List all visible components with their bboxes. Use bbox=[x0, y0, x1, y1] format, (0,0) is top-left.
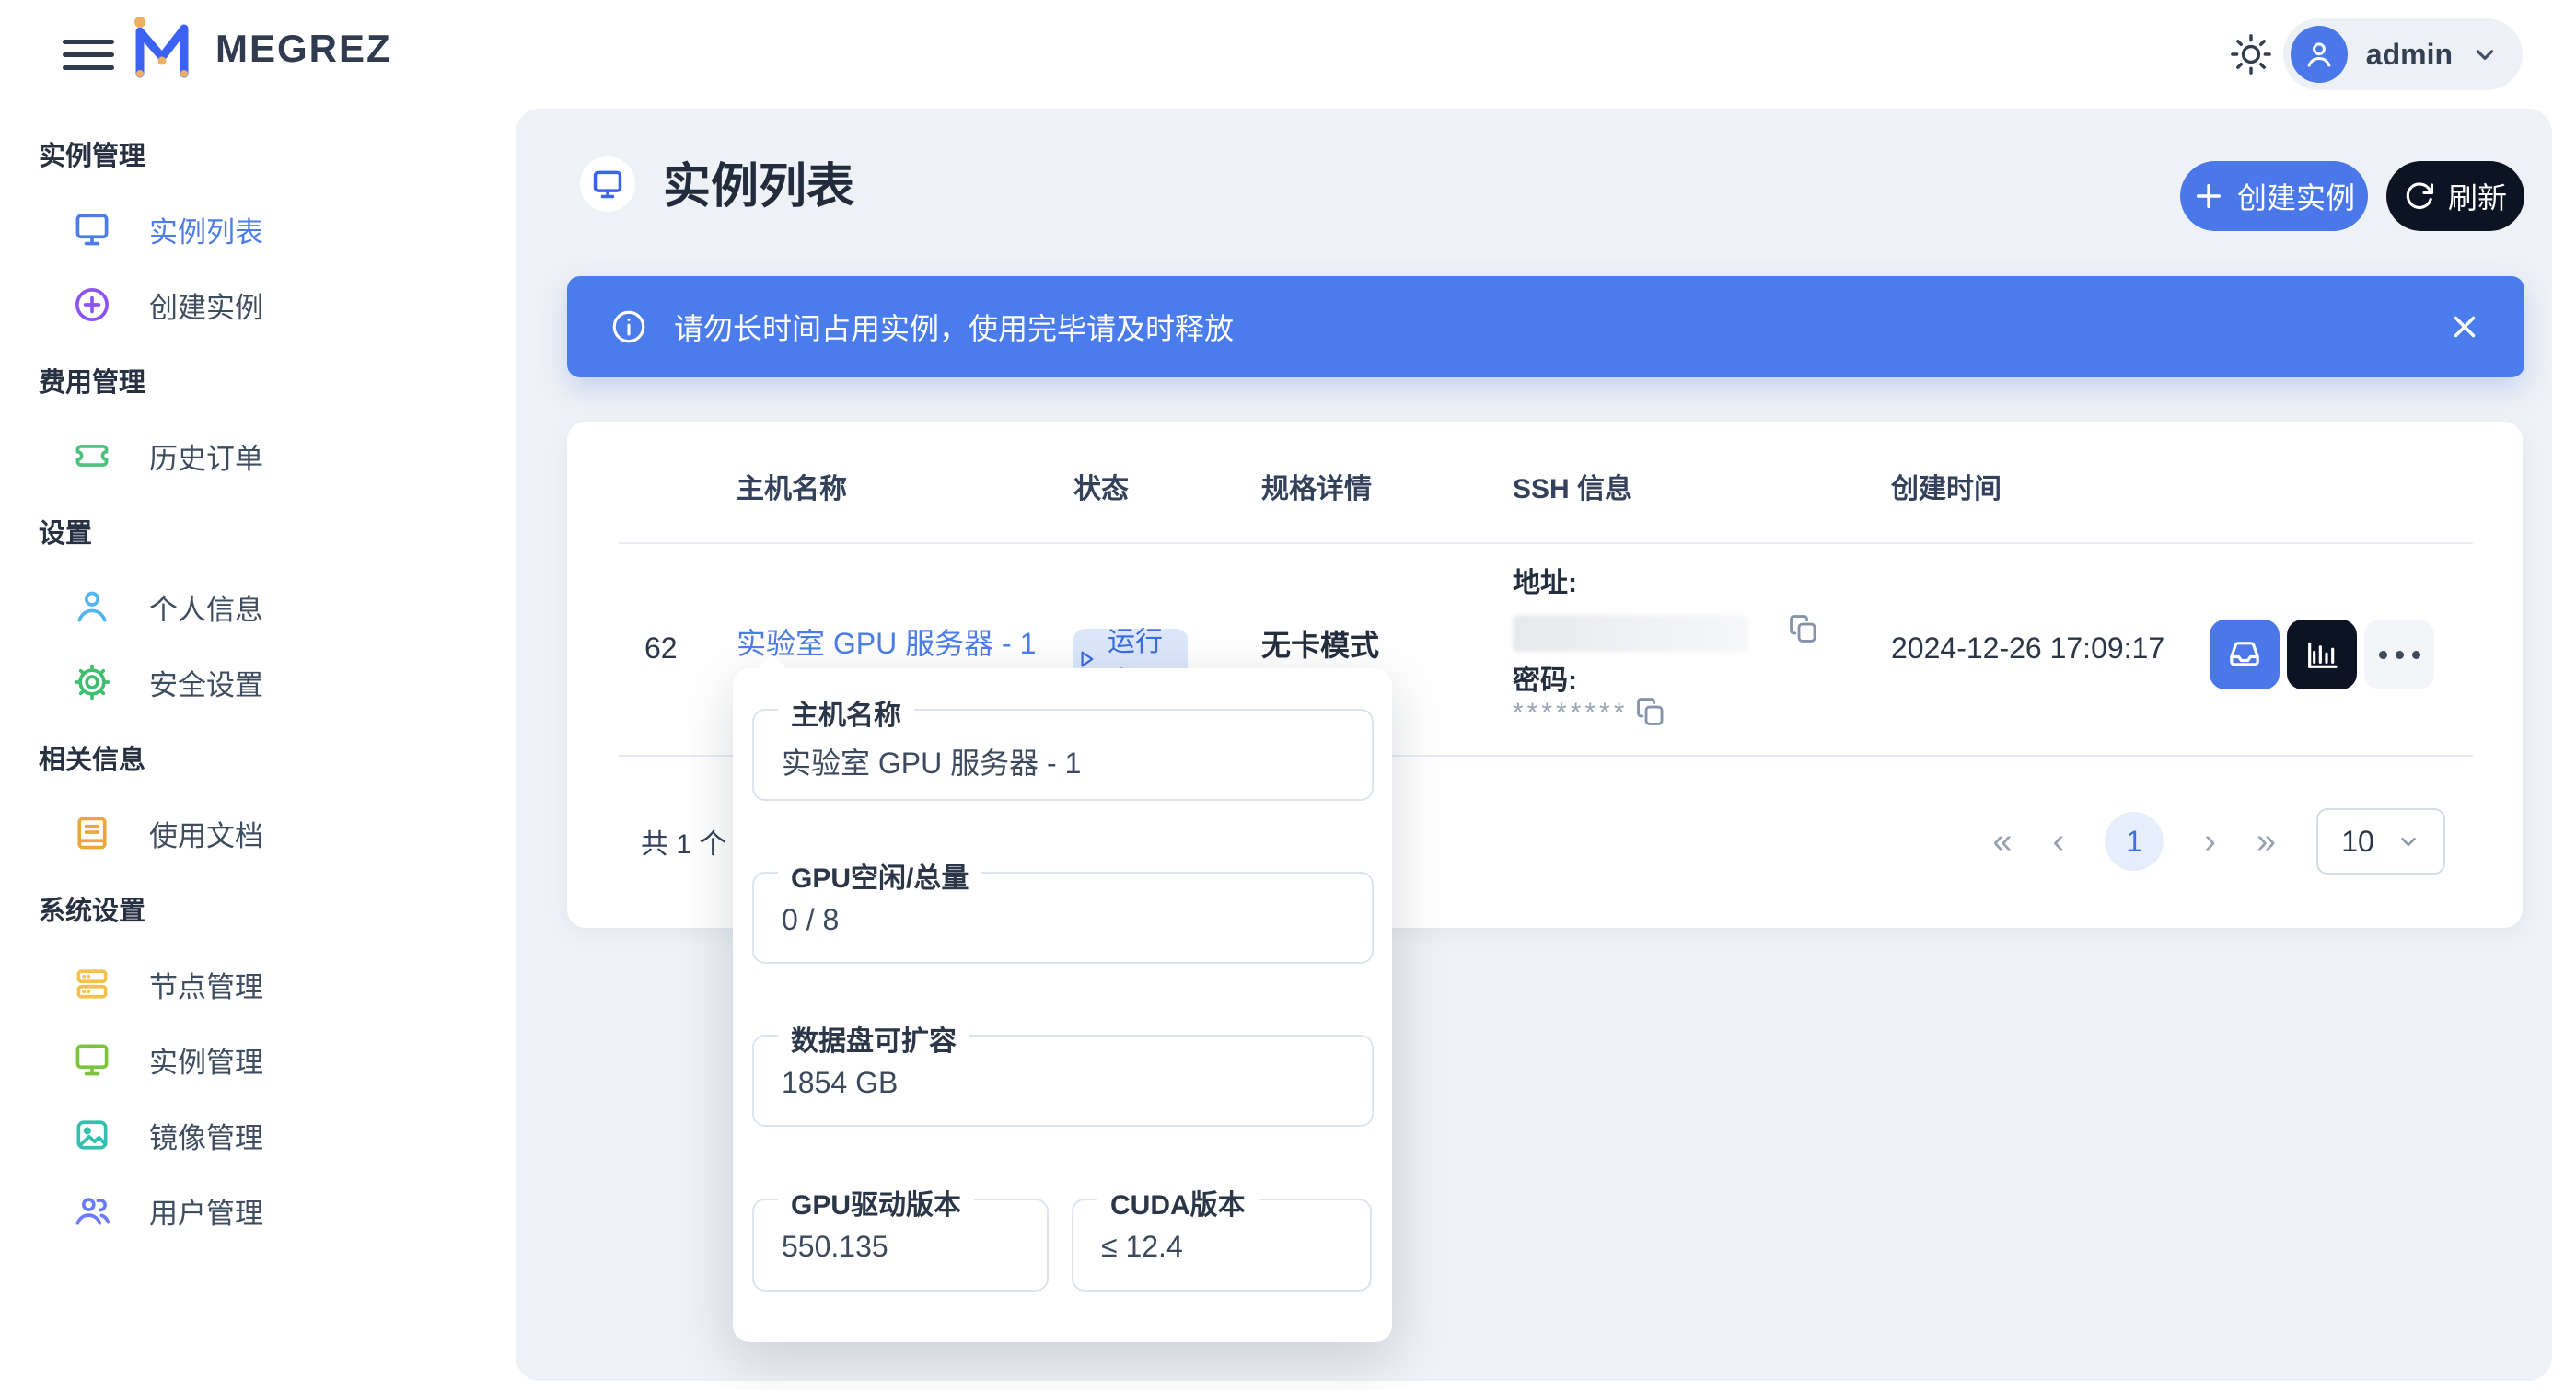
ssh-address-redacted bbox=[1513, 615, 1748, 652]
col-ssh: SSH 信息 bbox=[1513, 466, 1632, 506]
theme-toggle-button[interactable] bbox=[2230, 33, 2272, 75]
person-icon bbox=[72, 586, 112, 627]
monitor-icon bbox=[590, 167, 625, 202]
sidebar-item-create-instance[interactable]: 创建实例 bbox=[0, 267, 516, 342]
pagination: « ‹ 1 › » 10 bbox=[1992, 755, 2445, 928]
user-menu[interactable]: admin bbox=[2283, 18, 2523, 90]
monitor-stats-button[interactable] bbox=[2287, 620, 2357, 689]
brand-logo: MEGREZ bbox=[127, 15, 392, 83]
sidebar-section-settings: 设置 bbox=[0, 493, 516, 569]
chevron-down-icon bbox=[2396, 829, 2420, 853]
sidebar-section-billing: 费用管理 bbox=[0, 342, 516, 418]
users-icon bbox=[72, 1190, 112, 1231]
sidebar-item-security[interactable]: 安全设置 bbox=[0, 644, 516, 720]
create-instance-button[interactable]: 创建实例 bbox=[2180, 161, 2368, 231]
monitor-icon bbox=[72, 209, 112, 249]
prev-page-button[interactable]: ‹ bbox=[2053, 824, 2065, 859]
bar-chart-icon bbox=[2303, 636, 2340, 673]
menu-toggle-button[interactable] bbox=[63, 33, 114, 75]
gear-icon bbox=[72, 662, 112, 702]
field-gpu-free-total: GPU空闲/总量 0 / 8 bbox=[752, 872, 1374, 964]
ellipsis-icon bbox=[2379, 651, 2420, 659]
page-size-select[interactable]: 10 bbox=[2316, 808, 2445, 875]
refresh-icon bbox=[2404, 180, 2435, 212]
sidebar-item-instance-list[interactable]: 实例列表 bbox=[0, 191, 516, 267]
plus-circle-icon bbox=[72, 284, 112, 325]
field-cuda-version: CUDA版本 ≤ 12.4 bbox=[1072, 1199, 1372, 1292]
user-name: admin bbox=[2366, 38, 2453, 72]
sidebar-item-user-mgmt[interactable]: 用户管理 bbox=[0, 1173, 516, 1248]
divider bbox=[619, 542, 2473, 544]
sun-icon bbox=[2230, 33, 2272, 75]
last-page-button[interactable]: » bbox=[2257, 824, 2276, 859]
ssh-address-label: 地址: bbox=[1513, 560, 1577, 600]
current-page-button[interactable]: 1 bbox=[2105, 812, 2164, 871]
sidebar: 实例管理 实例列表 创建实例 费用管理 历史订单 设置 bbox=[0, 109, 516, 1390]
more-actions-button[interactable] bbox=[2364, 620, 2434, 689]
sidebar-section-system: 系统设置 bbox=[0, 871, 516, 946]
sidebar-item-docs[interactable]: 使用文档 bbox=[0, 795, 516, 871]
banner-text: 请勿长时间占用实例，使用完毕请及时释放 bbox=[674, 306, 1234, 348]
spec-mode: 无卡模式 bbox=[1261, 622, 1379, 665]
notice-banner: 请勿长时间占用实例，使用完毕请及时释放 bbox=[567, 276, 2524, 377]
info-icon bbox=[609, 307, 648, 346]
logo-m-icon bbox=[127, 15, 195, 83]
monitor-icon bbox=[72, 1039, 112, 1080]
copy-icon[interactable] bbox=[1788, 613, 1819, 644]
col-spec: 规格详情 bbox=[1261, 466, 1372, 506]
host-details-popover: 主机名称 实验室 GPU 服务器 - 1 GPU空闲/总量 0 / 8 数据盘可… bbox=[733, 668, 1392, 1342]
inbox-icon bbox=[2226, 636, 2263, 673]
page-title: 实例列表 bbox=[663, 147, 854, 216]
total-count: 共 1 个 bbox=[641, 821, 726, 862]
field-data-disk-expandable: 数据盘可扩容 1854 GB bbox=[752, 1035, 1374, 1127]
plus-icon bbox=[2193, 180, 2224, 212]
ssh-password-masked: ******** bbox=[1513, 698, 1628, 729]
col-host-name: 主机名称 bbox=[737, 466, 847, 506]
server-icon bbox=[72, 964, 112, 1004]
sidebar-item-instance-mgmt[interactable]: 实例管理 bbox=[0, 1022, 516, 1097]
first-page-button[interactable]: « bbox=[1992, 824, 2012, 859]
instance-id: 62 bbox=[644, 631, 678, 666]
created-at: 2024-12-26 17:09:17 bbox=[1891, 631, 2164, 666]
table-header: 主机名称 状态 规格详情 SSH 信息 创建时间 bbox=[567, 422, 2523, 542]
sidebar-item-profile[interactable]: 个人信息 bbox=[0, 569, 516, 644]
col-status: 状态 bbox=[1073, 466, 1129, 506]
ticket-icon bbox=[72, 435, 112, 476]
sidebar-section-related-info: 相关信息 bbox=[0, 720, 516, 795]
sidebar-item-image-mgmt[interactable]: 镜像管理 bbox=[0, 1097, 516, 1173]
page-title-icon-wrap bbox=[580, 156, 635, 212]
col-created-at: 创建时间 bbox=[1891, 466, 2002, 506]
top-header: MEGREZ admin bbox=[0, 0, 2576, 109]
field-gpu-driver-version: GPU驱动版本 550.135 bbox=[752, 1199, 1049, 1292]
ssh-password-label: 密码: bbox=[1513, 657, 1577, 698]
field-host-name: 主机名称 实验室 GPU 服务器 - 1 bbox=[752, 709, 1374, 801]
copy-icon[interactable] bbox=[1635, 696, 1666, 727]
next-page-button[interactable]: › bbox=[2204, 824, 2216, 859]
brand-name: MEGREZ bbox=[215, 27, 392, 71]
sidebar-item-order-history[interactable]: 历史订单 bbox=[0, 418, 516, 493]
host-name-link[interactable]: 实验室 GPU 服务器 - 1 bbox=[737, 620, 1036, 663]
user-avatar bbox=[2291, 26, 2348, 83]
sidebar-section-instance-mgmt: 实例管理 bbox=[0, 116, 516, 191]
chevron-down-icon bbox=[2471, 41, 2499, 68]
close-icon[interactable] bbox=[2447, 309, 2482, 344]
document-icon bbox=[72, 813, 112, 853]
sidebar-item-node-mgmt[interactable]: 节点管理 bbox=[0, 946, 516, 1022]
image-icon bbox=[72, 1115, 112, 1155]
refresh-button[interactable]: 刷新 bbox=[2386, 161, 2524, 231]
inbox-action-button[interactable] bbox=[2210, 620, 2280, 689]
